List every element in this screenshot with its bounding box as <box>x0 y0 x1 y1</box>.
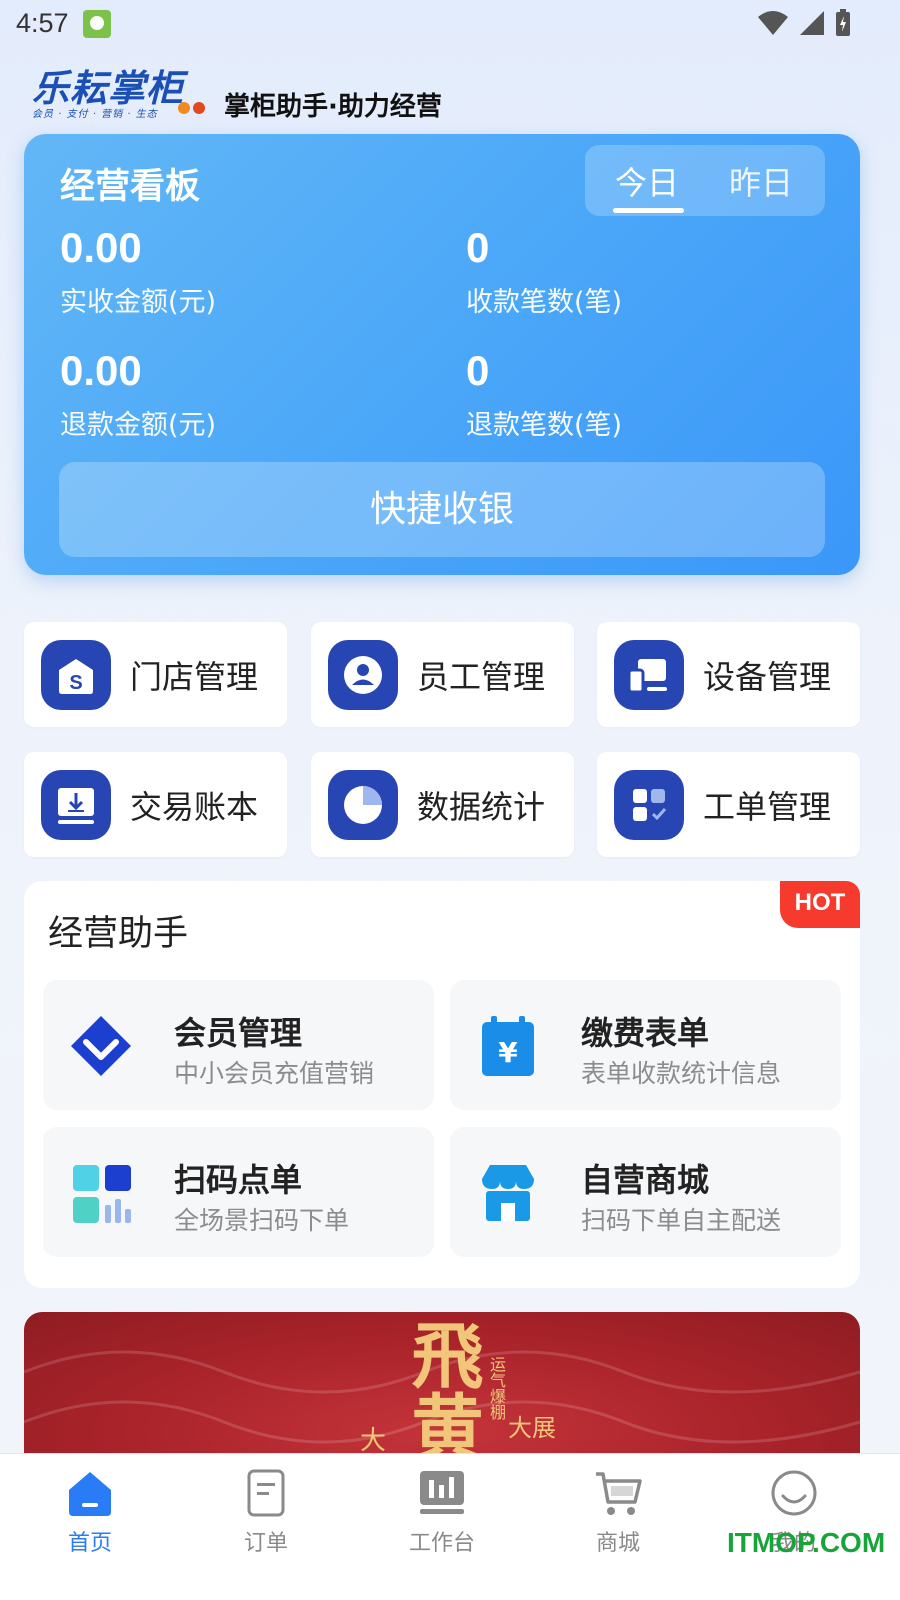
battery-charging-icon <box>836 9 850 36</box>
wifi-icon <box>758 11 788 35</box>
business-assistant-section: 经营助手 HOT 会员管理 中小会员充值营销 ¥ 缴费表单 表单收款统计信息 扫… <box>24 881 860 1288</box>
brand-header: 乐耘掌柜 会员 · 支付 · 营销 · 生态 掌柜助手·助力经营 <box>28 60 848 124</box>
date-tabs: 今日 昨日 <box>585 145 825 216</box>
brand-slogan: 掌柜助手·助力经营 <box>224 92 442 122</box>
nav-label: 首页 <box>67 1531 112 1556</box>
tile-work-order-management[interactable]: 工单管理 <box>597 752 860 857</box>
site-watermark: ITMOP.COM <box>727 1527 886 1558</box>
member-management-card[interactable]: 会员管理 中小会员充值营销 <box>43 980 434 1110</box>
metric-label: 收款笔数(笔) <box>466 287 623 318</box>
tab-today[interactable]: 今日 <box>615 158 679 204</box>
nav-label: 订单 <box>243 1531 288 1556</box>
tile-label: 工单管理 <box>703 788 832 826</box>
ledger-download-icon <box>41 770 111 840</box>
metric-label: 退款笔数(笔) <box>466 410 623 441</box>
tile-label: 交易账本 <box>130 788 259 826</box>
promo-banner[interactable]: 飛黄 大 大展 运气爆棚 <box>24 1312 860 1462</box>
tile-label: 门店管理 <box>130 658 259 696</box>
card-description: 扫码下单自主配送 <box>581 1206 782 1235</box>
card-title: 会员管理 <box>174 1014 303 1052</box>
dashboard-title: 经营看板 <box>60 167 201 207</box>
brand-logo-text: 乐耘掌柜 <box>32 67 184 110</box>
tile-label: 设备管理 <box>703 658 832 696</box>
coin-icon <box>178 102 208 116</box>
metric-value: 0.00 <box>60 224 142 271</box>
brand-logo-subtext: 会员 · 支付 · 营销 · 生态 <box>32 109 158 120</box>
scan-order-card[interactable]: 扫码点单 全场景扫码下单 <box>43 1127 434 1257</box>
card-description: 全场景扫码下单 <box>174 1206 350 1235</box>
card-description: 中小会员充值营销 <box>174 1059 375 1088</box>
nav-orders[interactable]: 订单 <box>176 1454 356 1600</box>
card-description: 表单收款统计信息 <box>581 1059 782 1088</box>
scan-order-icon <box>73 1165 131 1223</box>
nav-workbench[interactable]: 工作台 <box>352 1454 532 1600</box>
pie-chart-icon <box>328 770 398 840</box>
metric-refund-count: 0 退款笔数(笔) <box>466 347 826 442</box>
banner-side-text: 大 <box>360 1426 387 1456</box>
nav-mall[interactable]: 商城 <box>528 1454 708 1600</box>
cart-icon <box>596 1472 642 1515</box>
signal-icon <box>800 11 824 35</box>
tab-yesterday[interactable]: 昨日 <box>729 158 793 204</box>
tile-device-management[interactable]: 设备管理 <box>597 622 860 727</box>
card-title: 缴费表单 <box>581 1014 710 1052</box>
work-order-icon <box>614 770 684 840</box>
metric-value: 0 <box>466 224 490 271</box>
business-dashboard: 经营看板 今日 昨日 0.00 实收金额(元) 0 收款笔数(笔) 0.00 退… <box>24 134 860 575</box>
shop-icon <box>482 1165 534 1221</box>
payment-form-card[interactable]: ¥ 缴费表单 表单收款统计信息 <box>450 980 841 1110</box>
diamond-icon <box>71 1016 131 1076</box>
nav-label: 商城 <box>595 1531 640 1556</box>
store-icon: S <box>41 640 111 710</box>
metric-value: 0 <box>466 347 490 394</box>
banner-vertical-text: 运气爆棚 <box>487 1356 506 1420</box>
card-title: 扫码点单 <box>174 1161 303 1199</box>
svg-text:S: S <box>69 672 82 694</box>
status-bar: 4:57 <box>0 0 900 48</box>
brand-logo: 乐耘掌柜 会员 · 支付 · 营销 · 生态 <box>28 60 218 122</box>
status-time: 4:57 <box>16 8 69 38</box>
status-indicators <box>756 8 852 38</box>
home-icon <box>69 1472 111 1516</box>
metric-value: 0.00 <box>60 347 142 394</box>
metric-label: 实收金额(元) <box>60 287 217 318</box>
nav-label: 工作台 <box>408 1531 475 1556</box>
employee-icon <box>328 640 398 710</box>
self-run-mall-card[interactable]: 自营商城 扫码下单自主配送 <box>450 1127 841 1257</box>
banner-art-text: 飛黄 <box>399 1318 484 1462</box>
card-title: 自营商城 <box>581 1161 710 1199</box>
metric-refund-amount: 0.00 退款金额(元) <box>60 347 420 442</box>
metric-label: 退款金额(元) <box>60 410 217 441</box>
app-notification-icon <box>83 10 111 38</box>
tile-data-statistics[interactable]: 数据统计 <box>311 752 574 857</box>
profile-icon <box>771 1470 817 1516</box>
hot-badge: HOT <box>780 881 860 928</box>
order-icon <box>247 1469 285 1517</box>
active-tab-indicator <box>613 208 684 213</box>
yuan-calendar-icon: ¥ <box>482 1016 534 1076</box>
nav-home[interactable]: 首页 <box>0 1454 180 1600</box>
metric-received-amount: 0.00 实收金额(元) <box>60 224 420 319</box>
tile-transaction-ledger[interactable]: 交易账本 <box>24 752 287 857</box>
tile-employee-management[interactable]: 员工管理 <box>311 622 574 727</box>
section-title: 经营助手 <box>48 914 189 954</box>
tile-label: 数据统计 <box>417 788 546 826</box>
tile-label: 员工管理 <box>417 658 546 696</box>
banner-side-text: 大展 <box>508 1414 556 1442</box>
quick-checkout-button[interactable]: 快捷收银 <box>59 462 825 557</box>
workbench-icon <box>420 1471 464 1514</box>
svg-text:¥: ¥ <box>498 1036 518 1069</box>
tile-store-management[interactable]: S 门店管理 <box>24 622 287 727</box>
device-icon <box>614 640 684 710</box>
metric-payment-count: 0 收款笔数(笔) <box>466 224 826 319</box>
